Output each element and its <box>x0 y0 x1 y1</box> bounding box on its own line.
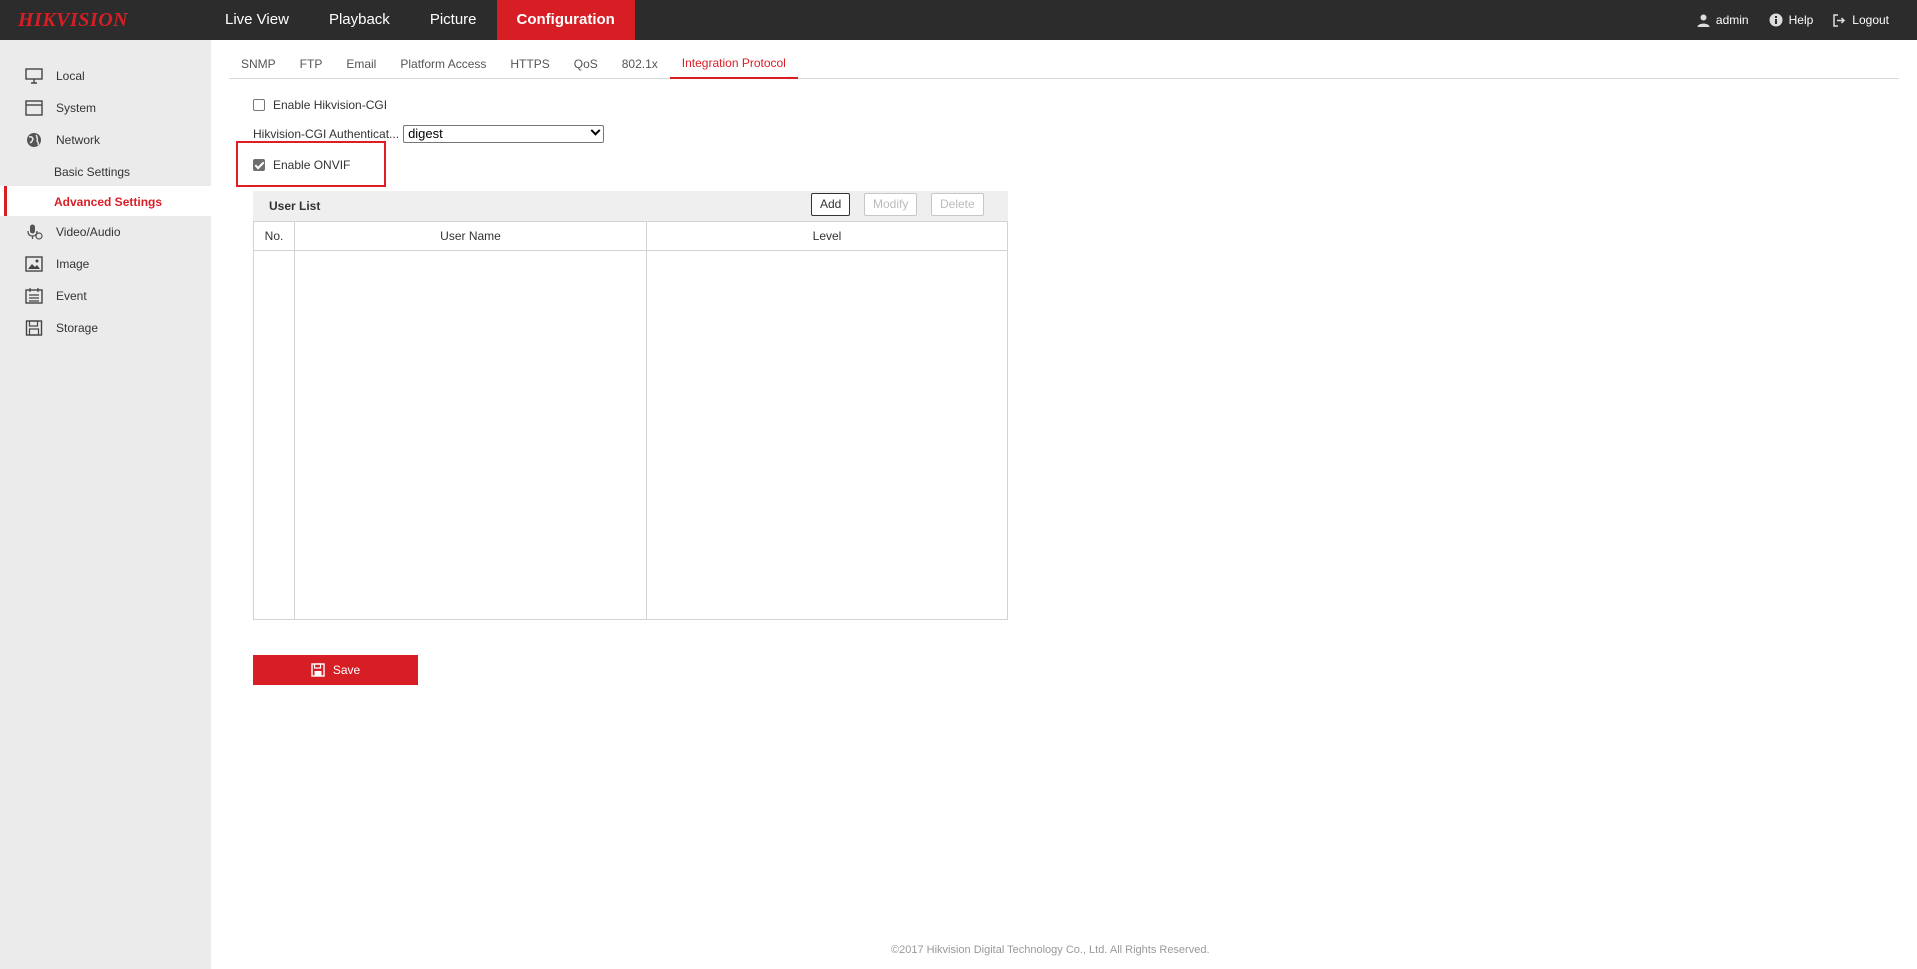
floppy-icon <box>311 663 325 677</box>
logout-link[interactable]: Logout <box>1833 13 1889 27</box>
user-menu[interactable]: admin <box>1697 13 1749 27</box>
delete-user-button[interactable]: Delete <box>931 193 984 216</box>
sidebar-item-label: Network <box>56 133 101 147</box>
sidebar-item-video-audio[interactable]: Video/Audio <box>0 216 211 248</box>
logout-label: Logout <box>1852 13 1889 27</box>
nav-playback[interactable]: Playback <box>309 0 410 40</box>
tab-8021x[interactable]: 802.1x <box>610 50 670 79</box>
sidebar-item-label: Advanced Settings <box>54 195 163 209</box>
column-divider <box>646 222 647 619</box>
enable-onvif-checkbox[interactable] <box>253 159 265 171</box>
nav-picture[interactable]: Picture <box>410 0 497 40</box>
subtabs: SNMP FTP Email Platform Access HTTPS QoS… <box>229 50 1899 79</box>
enable-onvif-label: Enable ONVIF <box>273 158 351 172</box>
cgi-auth-select[interactable]: digest <box>403 125 605 143</box>
sidebar: Local System Network Basic Settings Adva… <box>0 40 211 969</box>
column-header-no: No. <box>254 222 294 251</box>
tab-platform-access[interactable]: Platform Access <box>388 50 498 79</box>
cgi-auth-value: digest <box>408 126 443 141</box>
sidebar-item-label: System <box>56 101 97 115</box>
hikvision-logo: HIKVISION <box>18 9 129 31</box>
cgi-auth-label: Hikvision-CGI Authenticat... <box>253 127 400 141</box>
logout-icon <box>1833 13 1846 27</box>
user-list-table: No. User Name Level <box>253 221 1008 620</box>
sidebar-item-label: Video/Audio <box>56 225 121 239</box>
user-icon <box>1697 14 1710 27</box>
enable-cgi-checkbox[interactable] <box>253 99 265 111</box>
sidebar-item-label: Storage <box>56 321 99 335</box>
sidebar-item-label: Event <box>56 289 87 303</box>
tab-ftp[interactable]: FTP <box>288 50 335 79</box>
calendar-icon <box>25 288 43 304</box>
column-header-level: Level <box>647 222 1007 251</box>
enable-onvif-row: Enable ONVIF <box>253 158 350 172</box>
monitor-icon <box>25 68 43 84</box>
nav-live-view[interactable]: Live View <box>205 0 309 40</box>
copyright-footer: ©2017 Hikvision Digital Technology Co., … <box>891 944 1210 956</box>
microphone-icon <box>27 224 43 240</box>
column-divider <box>294 222 295 619</box>
user-list-title: User List <box>269 199 321 213</box>
globe-icon <box>27 133 41 147</box>
username: admin <box>1715 13 1749 27</box>
top-right-menu: admin Help Logout <box>1677 0 1889 40</box>
sidebar-item-local[interactable]: Local <box>0 60 211 92</box>
sidebar-item-label: Image <box>56 257 90 271</box>
sidebar-item-basic-settings[interactable]: Basic Settings <box>0 156 211 186</box>
save-button[interactable]: Save <box>253 655 418 685</box>
user-list-header: User List Add Modify Delete <box>253 191 1008 221</box>
help-link[interactable]: Help <box>1769 13 1814 27</box>
top-nav: Live View Playback Picture Configuration <box>205 0 635 40</box>
sidebar-item-label: Local <box>56 69 85 83</box>
sidebar-item-storage[interactable]: Storage <box>0 312 211 344</box>
tab-qos[interactable]: QoS <box>562 50 610 79</box>
floppy-icon <box>25 320 43 336</box>
image-icon <box>25 256 43 272</box>
tab-integration-protocol[interactable]: Integration Protocol <box>669 50 798 79</box>
tab-snmp[interactable]: SNMP <box>229 50 288 79</box>
enable-cgi-label: Enable Hikvision-CGI <box>273 98 388 112</box>
tab-https[interactable]: HTTPS <box>498 50 561 79</box>
system-icon <box>25 100 43 116</box>
tab-email[interactable]: Email <box>334 50 388 79</box>
sidebar-item-network[interactable]: Network <box>0 124 211 156</box>
sidebar-item-event[interactable]: Event <box>0 280 211 312</box>
add-user-button[interactable]: Add <box>811 193 851 216</box>
sidebar-item-advanced-settings[interactable]: Advanced Settings <box>0 186 211 216</box>
help-label: Help <box>1788 13 1814 27</box>
info-icon <box>1769 13 1783 27</box>
column-header-user-name: User Name <box>295 222 646 251</box>
save-label: Save <box>332 663 361 677</box>
modify-user-button[interactable]: Modify <box>864 193 918 216</box>
enable-cgi-row: Enable Hikvision-CGI <box>253 98 387 112</box>
sidebar-item-label: Basic Settings <box>54 165 131 179</box>
top-bar: HIKVISION Live View Playback Picture Con… <box>0 0 1917 40</box>
sidebar-item-system[interactable]: System <box>0 92 211 124</box>
sidebar-item-image[interactable]: Image <box>0 248 211 280</box>
nav-configuration[interactable]: Configuration <box>496 0 635 40</box>
chevron-down-icon <box>590 125 601 136</box>
